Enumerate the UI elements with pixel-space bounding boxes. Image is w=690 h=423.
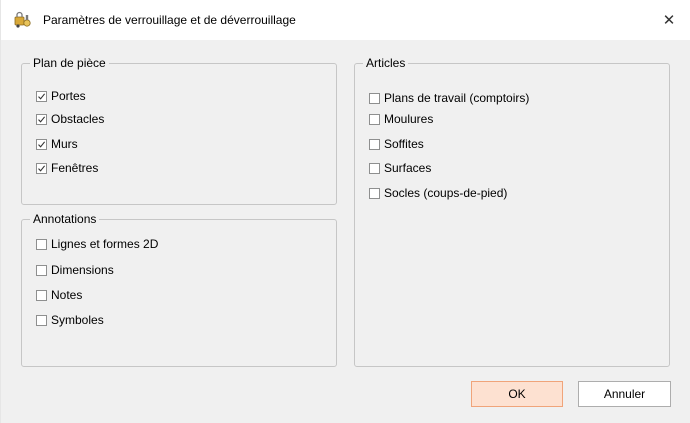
checkbox-label: Soffites — [384, 137, 424, 151]
checkbox-label: Notes — [51, 288, 83, 302]
checkbox-label: Surfaces — [384, 161, 432, 175]
close-button[interactable]: ✕ — [647, 0, 690, 40]
close-icon: ✕ — [662, 12, 676, 29]
checkbox-obstacles[interactable]: Obstacles — [36, 111, 104, 127]
checkbox-box[interactable] — [369, 187, 380, 199]
checkbox-label: Murs — [51, 137, 78, 151]
title-bar: Paramètres de verrouillage et de déverro… — [1, 0, 690, 40]
checkbox-box[interactable] — [36, 90, 47, 102]
checkbox-moulures[interactable]: Moulures — [369, 111, 433, 127]
checkbox-soffites[interactable]: Soffites — [369, 136, 424, 152]
checkbox-dimensions[interactable]: Dimensions — [36, 262, 114, 278]
checkbox-box[interactable] — [36, 314, 47, 326]
checkbox-portes[interactable]: Portes — [36, 88, 86, 104]
checkbox-label: Socles (coups-de-pied) — [384, 186, 508, 200]
checkbox-label: Obstacles — [51, 112, 105, 126]
group-legend-plan: Plan de pièce — [30, 56, 109, 70]
checkbox-box[interactable] — [36, 289, 47, 301]
checkbox-box[interactable] — [36, 138, 47, 150]
group-legend-annotations: Annotations — [30, 212, 100, 226]
group-plan-de-piece: Plan de pièce Portes Obstacles Murs Fenê… — [21, 56, 337, 205]
checkbox-notes[interactable]: Notes — [36, 287, 82, 303]
checkbox-box[interactable] — [369, 113, 380, 125]
checkbox-box[interactable] — [36, 238, 47, 250]
group-articles: Articles Plans de travail (comptoirs) Mo… — [354, 56, 670, 367]
checkbox-box[interactable] — [36, 113, 47, 125]
checkbox-label: Fenêtres — [51, 161, 99, 175]
checkbox-box[interactable] — [36, 264, 47, 276]
checkbox-murs[interactable]: Murs — [36, 136, 78, 152]
window-title: Paramètres de verrouillage et de déverro… — [43, 13, 296, 27]
checkbox-label: Symboles — [51, 313, 104, 327]
lock-settings-icon — [13, 11, 33, 29]
checkbox-lignes-formes-2d[interactable]: Lignes et formes 2D — [36, 236, 158, 252]
checkbox-box[interactable] — [36, 162, 47, 174]
checkbox-label: Dimensions — [51, 263, 114, 277]
ok-button[interactable]: OK — [471, 381, 563, 407]
checkbox-plans-de-travail[interactable]: Plans de travail (comptoirs) — [369, 90, 529, 106]
checkbox-box[interactable] — [369, 138, 380, 150]
checkbox-label: Plans de travail (comptoirs) — [384, 91, 530, 105]
lock-settings-dialog: Paramètres de verrouillage et de déverro… — [0, 0, 690, 423]
checkbox-fenetres[interactable]: Fenêtres — [36, 160, 98, 176]
checkbox-box[interactable] — [369, 162, 380, 174]
checkbox-box[interactable] — [369, 92, 380, 104]
checkbox-surfaces[interactable]: Surfaces — [369, 160, 431, 176]
group-annotations: Annotations Lignes et formes 2D Dimensio… — [21, 212, 337, 367]
checkbox-symboles[interactable]: Symboles — [36, 312, 104, 328]
group-legend-articles: Articles — [363, 56, 409, 70]
checkbox-label: Portes — [51, 89, 86, 103]
checkbox-socles[interactable]: Socles (coups-de-pied) — [369, 185, 507, 201]
checkbox-label: Moulures — [384, 112, 434, 126]
checkbox-label: Lignes et formes 2D — [51, 237, 159, 251]
cancel-button[interactable]: Annuler — [578, 381, 671, 407]
